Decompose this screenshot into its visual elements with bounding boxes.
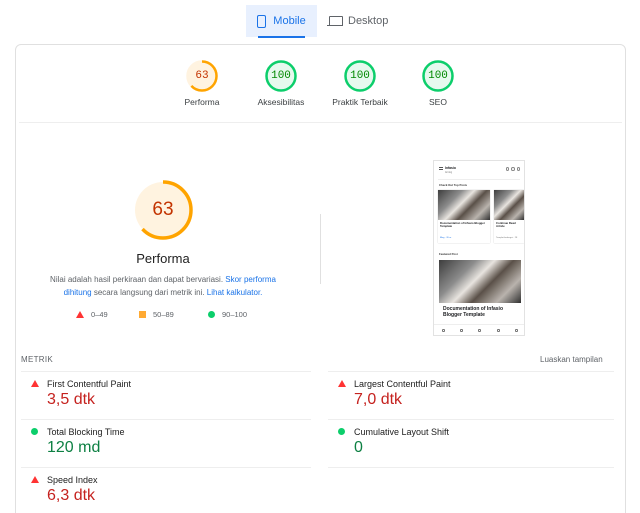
device-tabs: Mobile Desktop — [0, 5, 640, 39]
nav-icon — [460, 328, 464, 332]
post-title: Documentation of Infasio Blogger Templat… — [440, 221, 485, 229]
green-circle-icon — [208, 311, 215, 318]
metric-name: Cumulative Layout Shift — [354, 427, 450, 437]
screenshot-section-featured: Featured Post — [439, 252, 458, 256]
metric-value: 120 md — [47, 439, 101, 456]
featured-thumbnail — [439, 260, 521, 303]
gauge-score: 63 — [195, 70, 209, 82]
metric-name: Largest Contentful Paint — [354, 379, 451, 389]
circle-icon — [505, 167, 509, 171]
legend-poor: 0–49 — [76, 310, 108, 319]
divider — [438, 179, 520, 180]
gauge-label: Praktik Terbaik — [332, 97, 388, 107]
tab-desktop[interactable]: Desktop — [325, 5, 395, 37]
legend-good: 90–100 — [208, 310, 247, 319]
divider — [21, 371, 311, 372]
screenshot-header: Infasio Ai blog — [439, 166, 456, 174]
metric-name: Speed Index — [47, 475, 98, 485]
menu-icon — [439, 166, 443, 170]
calculator-link[interactable]: Lihat kalkulator. — [207, 288, 263, 297]
tab-desktop-label: Desktop — [348, 15, 389, 27]
divider — [328, 467, 614, 468]
gauge-score: 100 — [350, 70, 370, 82]
nav-icon — [515, 328, 519, 332]
metric-name: Total Blocking Time — [47, 427, 125, 437]
nav-icon — [496, 328, 500, 332]
gauge-score: 100 — [428, 70, 448, 82]
red-triangle-icon — [76, 311, 84, 318]
gauge-performance[interactable]: 63 Performa — [162, 59, 242, 107]
search-icon — [516, 167, 520, 171]
nav-icon — [441, 328, 445, 332]
post-title: Continue Read Article — [496, 221, 516, 229]
divider — [21, 467, 311, 468]
tab-mobile-label: Mobile — [273, 15, 306, 27]
red-triangle-icon — [31, 476, 39, 483]
gauge-score: 100 — [271, 70, 291, 82]
green-circle-icon — [31, 428, 38, 435]
divider — [328, 371, 614, 372]
post-thumbnail — [438, 190, 490, 220]
page-screenshot: Infasio Ai blog Check Out Top Posts Docum… — [433, 160, 525, 336]
vertical-divider — [320, 214, 321, 284]
screenshot-section-top-posts: Check Out Top Posts — [439, 183, 468, 187]
screenshot-post-card: Documentation of Infasio Blogger Templat… — [438, 190, 490, 243]
metric-value: 6,3 dtk — [47, 487, 96, 504]
nav-icon — [478, 328, 482, 332]
divider — [328, 419, 614, 420]
metric-value: 0 — [354, 439, 363, 456]
legend-range: 90–100 — [222, 310, 248, 319]
performance-title: Performa — [136, 251, 190, 266]
red-triangle-icon — [338, 380, 346, 387]
gauge-label: Performa — [184, 97, 220, 107]
divider — [19, 122, 622, 123]
legend-range: 50–89 — [153, 310, 174, 319]
screenshot-brand: Infasio — [445, 166, 456, 170]
screenshot-bottom-nav — [434, 324, 524, 335]
legend-range: 0–49 — [91, 310, 108, 319]
tab-mobile[interactable]: Mobile — [246, 5, 317, 38]
laptop-icon — [327, 16, 343, 26]
gauge-label: SEO — [429, 97, 447, 107]
performance-description: Nilai adalah hasil perkiraan dan dapat b… — [38, 273, 288, 299]
post-meta: Templat berbagai · 28 — [496, 237, 518, 239]
phone-icon — [257, 14, 267, 28]
metrics-heading: METRIK — [21, 355, 54, 364]
metric-value: 7,0 dtk — [354, 391, 403, 408]
performance-score: 63 — [152, 199, 174, 220]
gauge-label: Aksesibilitas — [257, 97, 305, 107]
post-meta: Blog · 26 m — [440, 237, 452, 239]
metric-name: First Contentful Paint — [47, 379, 132, 389]
red-triangle-icon — [31, 380, 39, 387]
featured-title: Documentation of Infasio Blogger Templat… — [443, 306, 503, 318]
post-thumbnail — [494, 190, 524, 220]
screenshot-header-icons — [505, 167, 520, 171]
gauge-best-practices[interactable]: 100 Praktik Terbaik — [320, 59, 400, 107]
divider — [21, 419, 311, 420]
legend-average: 50–89 — [139, 310, 174, 319]
metric-value: 3,5 dtk — [47, 391, 96, 408]
desc-mid: secara langsung dari metrik ini. — [91, 288, 207, 297]
screenshot-post-card: Continue Read Article Templat berbagai ·… — [494, 190, 524, 243]
circle-icon — [511, 167, 515, 171]
expand-view-toggle[interactable]: Luaskan tampilan — [540, 355, 603, 364]
green-circle-icon — [338, 428, 345, 435]
gauge-accessibility[interactable]: 100 Aksesibilitas — [241, 59, 321, 107]
screenshot-brand-sub: Ai blog — [445, 172, 453, 174]
desc-text: Nilai adalah hasil perkiraan dan dapat b… — [50, 275, 226, 284]
orange-square-icon — [139, 311, 146, 318]
gauge-seo[interactable]: 100 SEO — [398, 59, 478, 107]
